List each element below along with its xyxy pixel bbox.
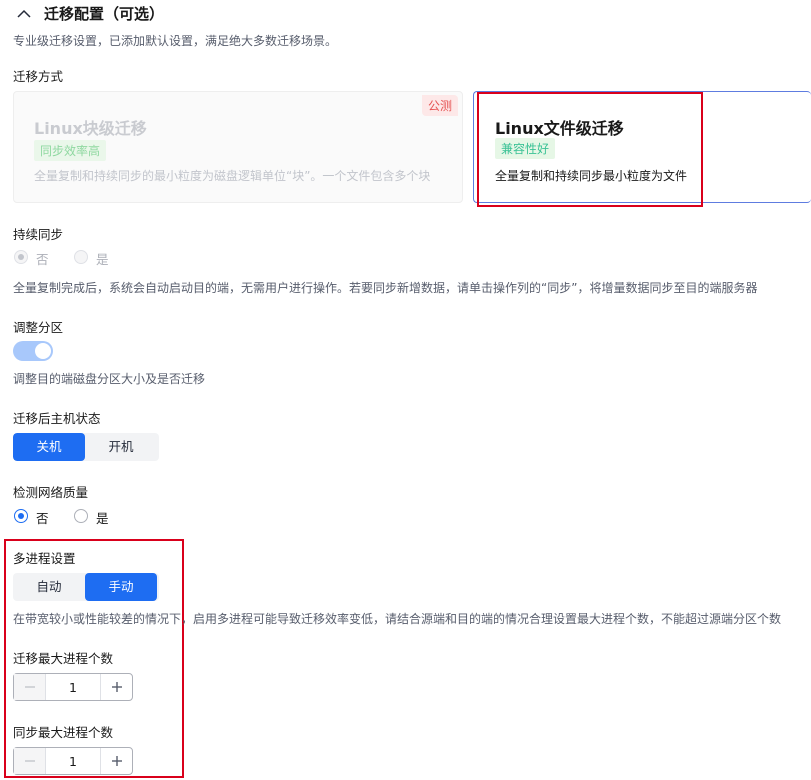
continuous-sync-desc: 全量复制完成后，系统会自动启动目的端，无需用户进行操作。若要同步新增数据，请单击…: [13, 281, 758, 295]
card-linux-block-title: Linux块级迁移: [34, 119, 147, 138]
partition-label: 调整分区: [13, 320, 64, 335]
highlight-box-file-card: [477, 92, 703, 207]
sync-max-process-label: 同步最大进程个数: [13, 725, 114, 740]
card-linux-block-desc: 全量复制和持续同步的最小粒度为磁盘逻辑单位“块”。一个文件包含多个块: [34, 169, 431, 183]
multiprocess-switch: 自动 手动: [13, 573, 159, 601]
plus-icon: [111, 682, 122, 692]
section-title: 迁移配置（可选）: [44, 5, 165, 23]
sync-radio-yes[interactable]: [74, 250, 88, 264]
network-radio-no-label: 否: [36, 511, 49, 526]
beta-badge: 公测: [421, 95, 458, 116]
host-state-label: 迁移后主机状态: [13, 411, 101, 426]
sync-max-process-stepper: 1: [13, 747, 133, 775]
section-header[interactable]: 迁移配置（可选）: [14, 3, 164, 24]
host-state-switch: 关机 开机: [13, 433, 159, 461]
host-state-off-button[interactable]: 关机: [13, 433, 85, 461]
sync-radio-no-label: 否: [36, 252, 49, 267]
migrate-increment-button[interactable]: [100, 674, 132, 700]
multiprocess-desc: 在带宽较小或性能较差的情况下，启用多进程可能导致迁移效率变低，请结合源端和目的端…: [13, 612, 782, 626]
migrate-max-process-stepper: 1: [13, 673, 133, 701]
sync-radio-no[interactable]: [14, 250, 28, 264]
multiprocess-auto-button[interactable]: 自动: [13, 573, 85, 601]
network-radio-yes-label: 是: [96, 511, 109, 526]
plus-icon: [111, 756, 122, 766]
sync-decrement-button[interactable]: [14, 748, 46, 774]
card-linux-block[interactable]: 公测 Linux块级迁移 同步效率高 全量复制和持续同步的最小粒度为磁盘逻辑单位…: [13, 91, 463, 203]
migrate-max-process-label: 迁移最大进程个数: [13, 651, 114, 666]
card-linux-block-tag: 同步效率高: [34, 140, 107, 161]
multiprocess-manual-button[interactable]: 手动: [85, 573, 157, 601]
network-radio-yes[interactable]: [74, 509, 88, 523]
minus-icon: [24, 760, 35, 762]
migration-mode-label: 迁移方式: [13, 69, 64, 84]
multiprocess-label: 多进程设置: [13, 551, 76, 566]
sync-max-process-value[interactable]: 1: [46, 754, 100, 769]
partition-toggle[interactable]: [13, 341, 53, 361]
host-state-on-button[interactable]: 开机: [85, 433, 157, 461]
minus-icon: [24, 686, 35, 688]
continuous-sync-label: 持续同步: [13, 227, 64, 242]
sync-increment-button[interactable]: [100, 748, 132, 774]
migrate-decrement-button[interactable]: [14, 674, 46, 700]
section-description: 专业级迁移设置，已添加默认设置，满足绝大多数迁移场景。: [13, 34, 338, 48]
chevron-up-icon: [17, 9, 31, 18]
network-radio-no[interactable]: [14, 509, 28, 523]
sync-radio-yes-label: 是: [96, 252, 109, 267]
network-quality-label: 检测网络质量: [13, 485, 89, 500]
migrate-max-process-value[interactable]: 1: [46, 680, 100, 695]
partition-desc: 调整目的端磁盘分区大小及是否迁移: [13, 372, 206, 386]
